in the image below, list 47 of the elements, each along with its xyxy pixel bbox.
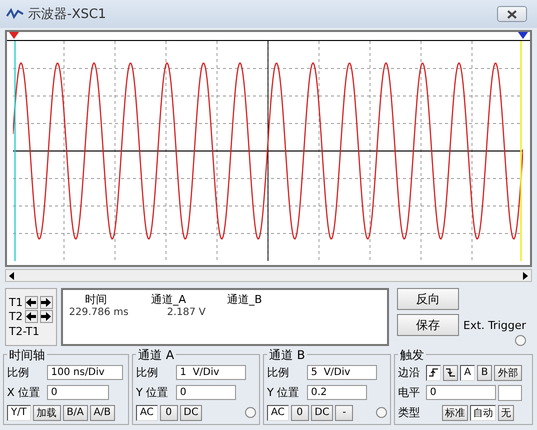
scale-field[interactable]: 100 ns/Div bbox=[47, 365, 123, 380]
field-label: 比例 bbox=[7, 365, 30, 380]
scale-field[interactable]: 5 V/Div bbox=[307, 365, 377, 380]
field-label: Y 位置 bbox=[136, 385, 170, 400]
mode-button[interactable]: 加载 bbox=[32, 404, 61, 420]
mode-button[interactable]: B/A bbox=[62, 404, 88, 420]
coupling-button[interactable]: DC bbox=[180, 404, 202, 420]
cursor-label: T2-T1 bbox=[9, 325, 40, 338]
field-label: Y 位置 bbox=[267, 385, 300, 400]
column-header: 通道_B bbox=[227, 292, 264, 307]
action-button[interactable]: 保存 bbox=[397, 314, 459, 336]
column-header: 通道_A bbox=[151, 292, 188, 307]
source-button[interactable]: 外部 bbox=[494, 364, 522, 380]
mode-button[interactable]: Y/T bbox=[7, 404, 31, 420]
coupling-button[interactable]: 0 bbox=[160, 404, 178, 420]
cursor-label: T1 bbox=[9, 296, 23, 309]
scale-field[interactable]: 1 V/Div bbox=[176, 365, 246, 380]
coupling-button[interactable]: AC bbox=[267, 404, 289, 420]
level-field[interactable]: 0 bbox=[426, 385, 496, 400]
position-field[interactable]: 0.2 bbox=[307, 385, 367, 400]
field-label: 电平 bbox=[398, 385, 421, 400]
type-button[interactable]: 自动 bbox=[470, 404, 496, 420]
coupling-button[interactable]: 0 bbox=[290, 404, 309, 420]
action-button[interactable]: 反向 bbox=[397, 288, 459, 310]
group-title: 触发 bbox=[398, 347, 426, 364]
table-cell-text: 2.187 V bbox=[166, 307, 207, 318]
ext-trigger-label: Ext. Trigger bbox=[463, 319, 526, 332]
column-header: 时间 bbox=[84, 292, 108, 307]
position-field[interactable]: 0 bbox=[176, 385, 236, 400]
field-label: 类型 bbox=[398, 405, 421, 420]
cursor-label: T2 bbox=[9, 310, 23, 323]
field-label: 比例 bbox=[267, 365, 290, 380]
coupling-button[interactable]: DC bbox=[310, 404, 334, 420]
source-button[interactable]: A bbox=[460, 364, 475, 380]
field-label: X 位置 bbox=[7, 385, 42, 400]
type-button[interactable]: 标准 bbox=[442, 404, 468, 420]
type-button[interactable]: 无 bbox=[498, 404, 514, 420]
mode-button[interactable]: A/B bbox=[90, 404, 115, 420]
group-title: 时间轴 bbox=[7, 347, 47, 364]
field-label: 边沿 bbox=[398, 365, 421, 380]
field-label: 比例 bbox=[136, 365, 159, 380]
coupling-button[interactable]: AC bbox=[136, 404, 158, 420]
source-button[interactable]: B bbox=[477, 364, 492, 380]
window-title: 示波器-XSC1 bbox=[28, 6, 108, 23]
coupling-button[interactable]: - bbox=[335, 404, 354, 420]
position-field[interactable]: 0 bbox=[47, 385, 109, 400]
table-cell-text: 229.786 ms bbox=[69, 307, 130, 318]
